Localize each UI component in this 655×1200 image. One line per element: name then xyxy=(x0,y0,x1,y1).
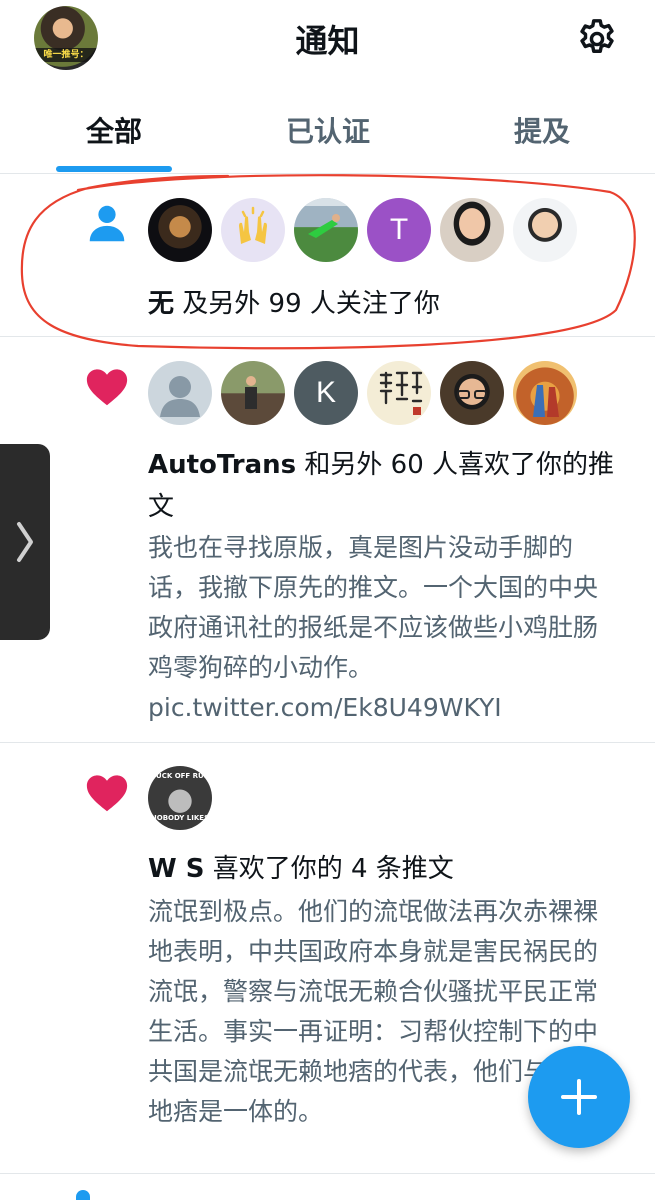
actor-name[interactable]: W S xyxy=(148,854,204,884)
notification-text: AutoTrans 和另外 60 人喜欢了你的推文 xyxy=(148,444,618,528)
avatar[interactable] xyxy=(221,361,285,425)
tweet-excerpt: 我也在寻找原版，真是图片没动手脚的话，我撤下原先的推文。一个大国的中央政府通讯社… xyxy=(148,528,618,728)
avatar[interactable] xyxy=(440,361,504,425)
notification-like[interactable]: K AutoTrans 和另外 60 人喜欢了你的推文 我也在寻找原版，真是图片… xyxy=(0,338,655,743)
avatar-caption-top: FUCK OFF RUS xyxy=(151,772,209,780)
notification-tabs: 全部 已认证 提及 xyxy=(0,100,655,174)
person-silhouette-icon xyxy=(160,376,200,417)
heart-icon xyxy=(84,770,130,816)
tab-all[interactable]: 全部 xyxy=(24,110,204,150)
tab-verified[interactable]: 已认证 xyxy=(238,110,418,150)
actor-name[interactable]: AutoTrans xyxy=(148,450,296,480)
top-bar: 唯一推号： 通知 xyxy=(0,0,655,80)
notification-action: 喜欢了你的 4 条推文 xyxy=(204,854,454,884)
meme-avatar[interactable]: FUCK OFF RUS NOBODY LIKES xyxy=(148,766,212,830)
default-avatar[interactable] xyxy=(148,361,212,425)
compose-button[interactable] xyxy=(528,1046,630,1148)
person-outdoors-icon xyxy=(245,376,257,409)
liker-avatars: K xyxy=(148,361,588,427)
calligraphy-icon xyxy=(379,371,423,415)
avatar-letter-k[interactable]: K xyxy=(294,361,358,425)
tweet-text: 我也在寻找原版，真是图片没动手脚的话，我撤下原先的推文。一个大国的中央政府通讯社… xyxy=(148,533,599,682)
glasses-icon xyxy=(457,390,487,399)
gear-icon[interactable] xyxy=(574,16,620,62)
red-circle-annotation xyxy=(20,174,636,350)
page-title: 通知 xyxy=(295,22,360,60)
notification-text: W S 喜欢了你的 4 条推文 xyxy=(148,848,618,890)
person-icon xyxy=(76,1190,90,1200)
tab-mentions[interactable]: 提及 xyxy=(452,110,632,150)
heart-icon xyxy=(84,364,130,410)
avatar[interactable] xyxy=(513,361,577,425)
liker-avatars: FUCK OFF RUS NOBODY LIKES xyxy=(148,766,228,832)
avatar[interactable] xyxy=(367,361,431,425)
avatar-caption-bottom: NOBODY LIKES xyxy=(150,814,210,822)
painting-figures-icon xyxy=(533,385,559,417)
chevron-right-icon xyxy=(17,522,33,562)
tweet-link[interactable]: pic.twitter.com/Ek8U49WKYI xyxy=(148,693,502,722)
side-drawer-handle[interactable] xyxy=(0,444,50,640)
plus-icon xyxy=(561,1079,597,1115)
